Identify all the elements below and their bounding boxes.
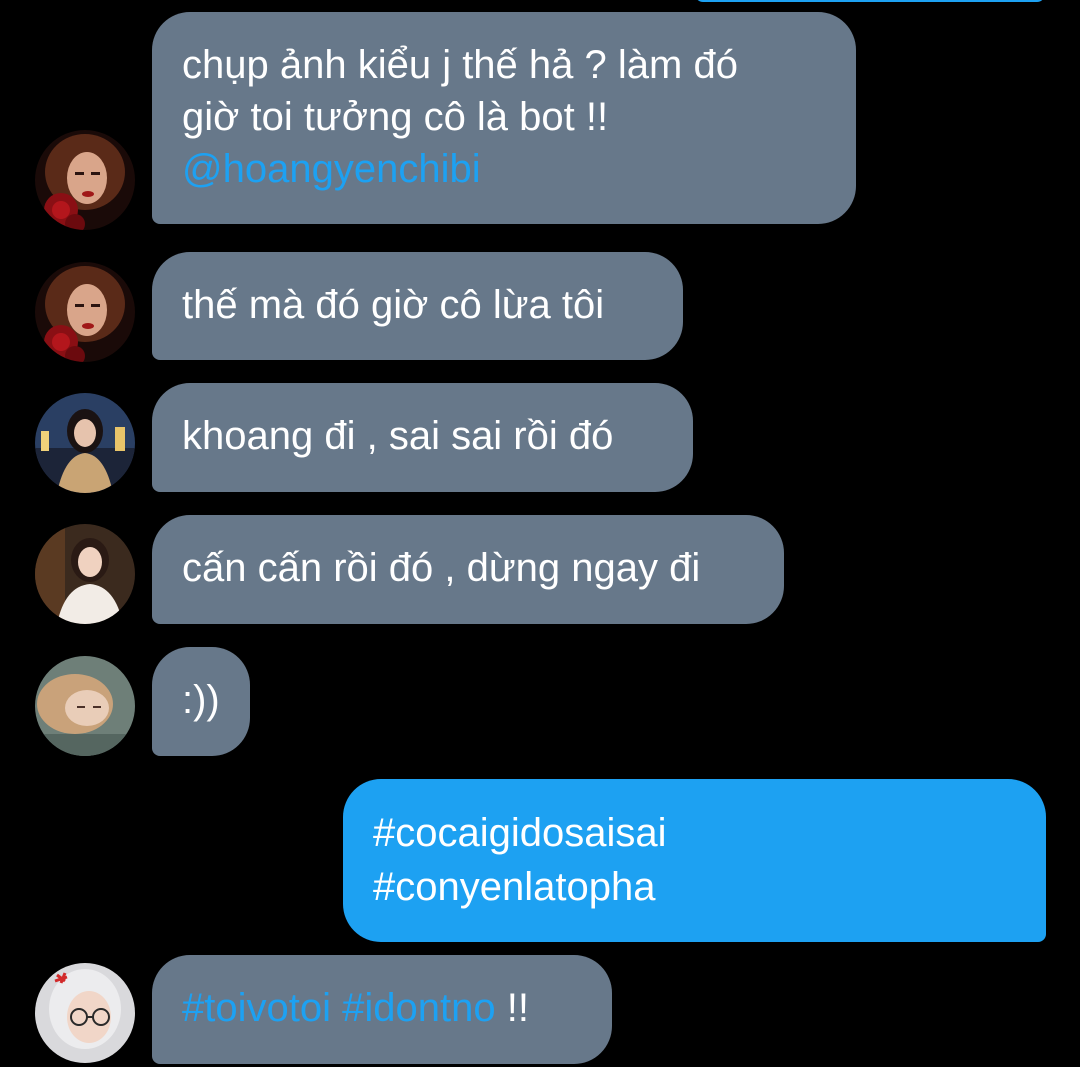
message-bubble: khoang đi , sai sai rồi đó (152, 383, 693, 492)
message-text: khoang đi , sai sai rồi đó (182, 414, 614, 458)
message-bubble: :)) (152, 647, 250, 756)
message-text-line: giờ toi tưởng cô là bot !! (182, 95, 609, 139)
message-text: cấn cấn rồi đó , dừng ngay đi (182, 546, 701, 590)
message-text: :)) (182, 678, 220, 722)
message-text: thế mà đó giờ cô lừa tôi (182, 283, 605, 327)
hashtag-link[interactable]: #conyenlatopha (373, 860, 1016, 914)
hashtag-link[interactable]: #cocaigidosaisai (373, 806, 1016, 860)
avatar-woman-city-night[interactable] (35, 393, 135, 493)
avatar-woman-red-rose[interactable] (35, 130, 135, 230)
message-bubble: cấn cấn rồi đó , dừng ngay đi (152, 515, 784, 624)
message-bubble: #toivotoi #idontno !! (152, 955, 612, 1064)
avatar-woman-red-rose[interactable] (35, 262, 135, 362)
avatar-woman-cafe[interactable] (35, 524, 135, 624)
message-bubble: chụp ảnh kiểu j thế hả ? làm đó giờ toi … (152, 12, 856, 224)
hashtag-link[interactable]: #toivotoi (182, 986, 331, 1030)
mention-link[interactable]: @hoangyenchibi (182, 143, 826, 195)
avatar-girl-glasses[interactable] (35, 963, 135, 1063)
message-text-suffix: !! (506, 986, 529, 1030)
previous-outgoing-bubble-edge (695, 0, 1045, 2)
message-text-line: chụp ảnh kiểu j thế hả ? làm đó (182, 43, 738, 87)
avatar-woman-lying[interactable] (35, 656, 135, 756)
message-bubble: thế mà đó giờ cô lừa tôi (152, 252, 683, 360)
outgoing-message-bubble: #cocaigidosaisai #conyenlatopha (343, 779, 1046, 942)
hashtag-link[interactable]: #idontno (342, 986, 495, 1030)
